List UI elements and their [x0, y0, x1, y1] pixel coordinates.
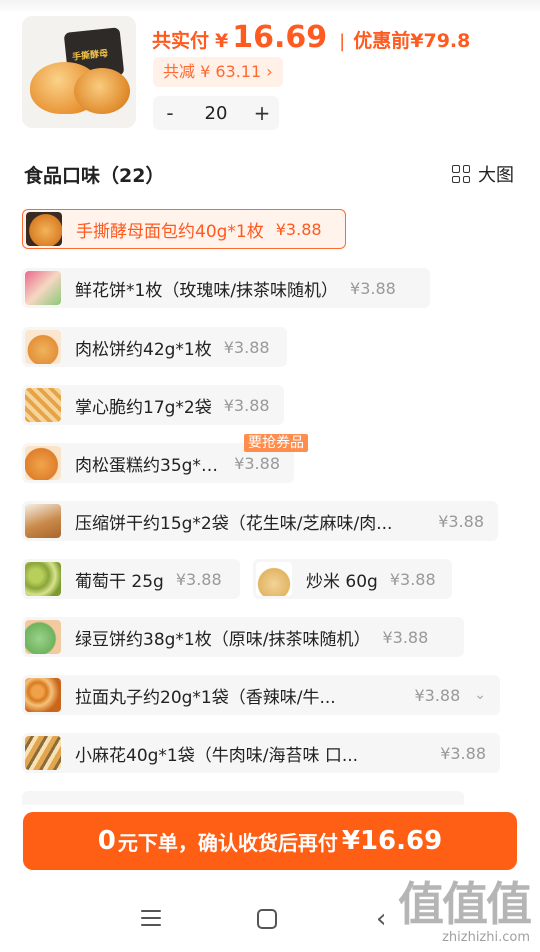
- option-thumbnail: [256, 562, 292, 596]
- price-separator: |: [339, 31, 346, 52]
- option-name: 炒米 60g: [306, 571, 378, 592]
- quantity-value[interactable]: 20: [187, 103, 245, 124]
- option-price: ¥3.88: [382, 627, 429, 647]
- option-name: 压缩饼干约15g*2袋（花生味/芝麻味/肉...: [75, 513, 393, 534]
- option-thumbnail: [25, 562, 61, 596]
- option-chip-flower-cake[interactable]: 鲜花饼*1枚（玫瑰味/抹茶味随机） ¥3.88: [22, 268, 430, 308]
- option-name: 肉松饼约42g*1枚: [75, 339, 212, 360]
- original-label: 优惠前: [353, 30, 411, 52]
- option-price: ¥3.88: [438, 511, 484, 531]
- option-thumbnail: [25, 446, 61, 480]
- option-chip-noodle-balls[interactable]: 拉面丸子约20g*1袋（香辣味/牛... ¥3.88 ⌄: [22, 675, 500, 715]
- option-price: ¥3.88: [440, 743, 486, 763]
- option-thumbnail: [25, 504, 61, 538]
- option-price: ¥3.88: [234, 453, 280, 473]
- paid-amount: 16.69: [232, 20, 328, 55]
- option-name: 拉面丸子约20g*1袋（香辣味/牛...: [75, 687, 336, 708]
- option-thumbnail: [25, 620, 61, 654]
- original-price: ¥79.8: [410, 30, 471, 52]
- place-order-button[interactable]: 0 元下单，确认收货后再付 ¥16.69: [23, 812, 517, 870]
- site-watermark-glyphs: 值值值: [398, 877, 532, 931]
- option-name: 掌心脆约17g*2袋: [75, 397, 212, 418]
- option-name: 鲜花饼*1枚（玫瑰味/抹茶味随机）: [75, 280, 339, 301]
- option-thumbnail: [25, 678, 61, 712]
- big-view-toggle[interactable]: 大图: [452, 161, 514, 187]
- option-price: ¥3.88: [414, 685, 461, 705]
- option-chip-mung-bean-cake[interactable]: 绿豆饼约38g*1枚（原味/抹茶味随机） ¥3.88: [22, 617, 464, 657]
- back-icon[interactable]: ‹: [376, 904, 386, 934]
- decrease-button[interactable]: -: [153, 96, 187, 130]
- cta-text: 元下单，确认收货后再付: [117, 830, 338, 855]
- option-chip-pork-floss-cake[interactable]: 肉松饼约42g*1枚 ¥3.88: [22, 327, 287, 367]
- quantity-stepper: - 20 +: [153, 96, 279, 130]
- grid-icon: [452, 165, 470, 183]
- option-thumbnail: [25, 736, 61, 770]
- flavor-section-title: 食品口味（22）: [24, 165, 165, 187]
- option-thumbnail: [25, 388, 61, 422]
- product-header: 手撕酵母 共实付 ¥ 16.69 | 优惠前 ¥79.8 共减 ¥ 63.11 …: [22, 16, 522, 131]
- price-row: 共实付 ¥ 16.69 | 优惠前 ¥79.8: [152, 20, 470, 60]
- cta-zero: 0: [97, 826, 116, 856]
- option-name: 小麻花40g*1袋（牛肉味/海苔味 口...: [75, 745, 359, 766]
- option-chip-compressed-biscuit[interactable]: 压缩饼干约15g*2袋（花生味/芝麻味/肉... ¥3.88: [22, 501, 498, 541]
- option-thumbnail: [25, 271, 61, 305]
- option-name: 绿豆饼约38g*1枚（原味/抹茶味随机）: [75, 629, 371, 650]
- option-chip-fried-rice[interactable]: 炒米 60g ¥3.88: [253, 559, 452, 599]
- option-name: 葡萄干 25g: [75, 571, 164, 592]
- product-thumbnail[interactable]: 手撕酵母: [22, 16, 136, 128]
- option-price: ¥3.88: [223, 337, 270, 357]
- cta-amount: ¥16.69: [341, 826, 443, 856]
- option-name: 肉松蛋糕约35g*1枚: [75, 455, 223, 476]
- option-price: ¥3.88: [275, 219, 322, 239]
- menu-icon[interactable]: [141, 910, 161, 926]
- option-thumbnail: [26, 212, 62, 246]
- paid-currency: ¥: [215, 30, 229, 52]
- increase-button[interactable]: +: [245, 96, 279, 130]
- option-chip-partial: [22, 791, 464, 805]
- option-chip-raisins[interactable]: 葡萄干 25g ¥3.88: [22, 559, 240, 599]
- option-price: ¥3.88: [223, 395, 270, 415]
- option-name: 手撕酵母面包约40g*1枚: [76, 221, 264, 242]
- option-chip-bread[interactable]: 手撕酵母面包约40g*1枚 ¥3.88: [22, 209, 346, 249]
- option-chip-palm-crisp[interactable]: 掌心脆约17g*2袋 ¥3.88: [22, 385, 284, 425]
- option-thumbnail: [25, 330, 61, 364]
- option-price: ¥3.88: [350, 278, 396, 298]
- site-watermark: 值值值 zhizhizhi.com: [398, 868, 532, 945]
- promo-watermark: 要抢券品: [244, 434, 308, 452]
- option-chip-mahua[interactable]: 小麻花40g*1袋（牛肉味/海苔味 口... ¥3.88: [22, 733, 500, 773]
- option-price: ¥3.88: [175, 569, 222, 589]
- top-edge: [0, 0, 540, 14]
- home-icon[interactable]: [257, 909, 277, 929]
- big-view-label: 大图: [478, 165, 514, 186]
- chevron-down-icon[interactable]: ⌄: [474, 687, 486, 703]
- bread-image-2: [74, 68, 130, 114]
- paid-label: 共实付: [152, 30, 210, 52]
- option-price: ¥3.88: [389, 569, 436, 589]
- saving-detail-button[interactable]: 共减 ¥ 63.11 ›: [153, 57, 283, 87]
